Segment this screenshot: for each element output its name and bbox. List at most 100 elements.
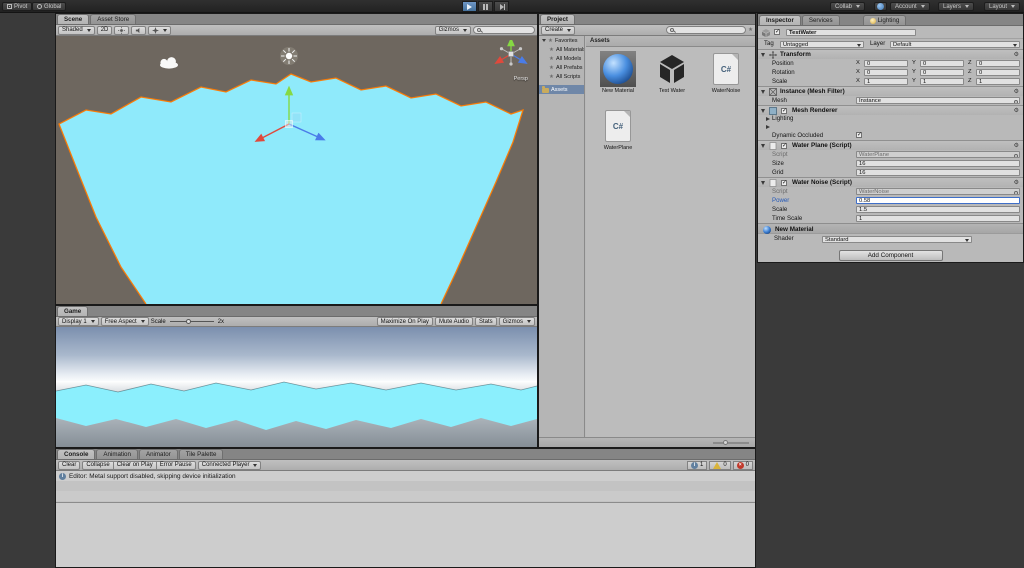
- connected-player-dropdown[interactable]: Connected Player: [197, 460, 262, 470]
- scene-canvas[interactable]: [56, 36, 537, 304]
- thumbnail-size-knob[interactable]: [723, 440, 728, 445]
- foldout-icon[interactable]: [761, 181, 765, 185]
- object-picker-icon[interactable]: [1014, 99, 1018, 103]
- thumbnail-size-slider[interactable]: [713, 440, 749, 445]
- global-toggle-button[interactable]: Global: [32, 2, 67, 11]
- scale-y-field[interactable]: 1: [920, 78, 964, 85]
- scene-lighting-toggle[interactable]: [114, 25, 130, 35]
- lighting-foldout-row[interactable]: Lighting: [758, 115, 1023, 123]
- tab-animation[interactable]: Animation: [96, 449, 138, 459]
- noise-scale-field[interactable]: 1.5: [856, 206, 1020, 213]
- script-object-field[interactable]: WaterNoise: [856, 188, 1020, 195]
- script-object-field[interactable]: WaterPlane: [856, 151, 1020, 158]
- search-by-label-icon[interactable]: [748, 27, 753, 33]
- mesh-renderer-header[interactable]: Mesh Renderer ⚙: [758, 105, 1023, 115]
- object-picker-icon[interactable]: [1014, 190, 1018, 194]
- tab-lighting[interactable]: Lighting: [862, 15, 907, 25]
- foldout-icon[interactable]: [761, 109, 765, 113]
- tab-asset-store[interactable]: Asset Store: [90, 14, 137, 24]
- shader-dropdown[interactable]: Standard: [822, 235, 972, 243]
- shaded-dropdown[interactable]: Shaded: [58, 25, 95, 35]
- tab-scene[interactable]: Scene: [57, 14, 90, 24]
- water-plane-header[interactable]: Water Plane (Script) ⚙: [758, 140, 1023, 150]
- water-noise-header[interactable]: Water Noise (Script) ⚙: [758, 177, 1023, 187]
- position-z-field[interactable]: 0: [976, 60, 1020, 67]
- 2d-toggle-button[interactable]: 2D: [96, 25, 113, 35]
- size-field[interactable]: 16: [856, 160, 1020, 167]
- material-header[interactable]: New Material: [758, 223, 1023, 234]
- collab-button[interactable]: Collab: [830, 2, 866, 11]
- scale-x-field[interactable]: 1: [864, 78, 908, 85]
- mute-audio-toggle[interactable]: Mute Audio: [434, 317, 473, 326]
- error-pause-toggle[interactable]: Error Pause: [155, 460, 196, 470]
- foldout-icon[interactable]: [761, 90, 765, 94]
- layers-button[interactable]: Layers: [938, 2, 975, 11]
- info-filter-toggle[interactable]: 1: [686, 460, 708, 470]
- maximize-on-play-toggle[interactable]: Maximize On Play: [376, 317, 433, 326]
- error-filter-toggle[interactable]: 0: [732, 460, 753, 470]
- foldout-icon[interactable]: [766, 117, 770, 121]
- scene-gizmos-dropdown[interactable]: Gizmos: [434, 25, 471, 35]
- tab-inspector[interactable]: Inspector: [759, 15, 801, 25]
- asset-test-water[interactable]: Test Water: [646, 51, 698, 94]
- foldout-icon[interactable]: [761, 144, 765, 148]
- collapse-toggle[interactable]: Collapse: [82, 460, 114, 470]
- play-button[interactable]: [462, 1, 477, 12]
- create-dropdown[interactable]: Create: [541, 25, 576, 35]
- rotation-x-field[interactable]: 0: [864, 69, 908, 76]
- scene-audio-toggle[interactable]: [131, 25, 147, 35]
- tab-tile-palette[interactable]: Tile Palette: [178, 449, 224, 459]
- display-dropdown[interactable]: Display 1: [58, 317, 99, 326]
- tree-item-favorites[interactable]: Favorites: [539, 36, 584, 45]
- layout-button[interactable]: Layout: [984, 2, 1021, 11]
- grid-field[interactable]: 16: [856, 169, 1020, 176]
- scene-viewport[interactable]: Persp: [56, 36, 537, 304]
- scene-effects-dropdown[interactable]: [148, 25, 172, 35]
- foldout-icon[interactable]: [766, 125, 770, 129]
- game-viewport[interactable]: [56, 327, 537, 447]
- materials-foldout-row[interactable]: [758, 123, 1023, 131]
- account-button[interactable]: Account: [890, 2, 930, 11]
- component-checkbox[interactable]: [781, 180, 787, 186]
- scene-orientation-gizmo[interactable]: [489, 40, 533, 74]
- asset-new-material[interactable]: New Material: [592, 51, 644, 94]
- step-button[interactable]: [494, 1, 509, 12]
- scale-slider-knob[interactable]: [185, 318, 191, 324]
- warning-filter-toggle[interactable]: 0: [709, 460, 731, 470]
- mesh-object-field[interactable]: Instance: [856, 97, 1020, 104]
- scale-z-field[interactable]: 1: [976, 78, 1020, 85]
- component-checkbox[interactable]: [781, 108, 787, 114]
- pivot-toggle-button[interactable]: Pivot: [2, 2, 33, 11]
- cloud-services-button[interactable]: [874, 2, 887, 11]
- layer-dropdown[interactable]: Default: [890, 40, 1020, 48]
- tab-game[interactable]: Game: [57, 306, 89, 316]
- log-entry[interactable]: Editor: Metal support disabled, skipping…: [56, 471, 755, 481]
- active-checkbox[interactable]: [774, 29, 780, 35]
- mesh-filter-header[interactable]: Instance (Mesh Filter) ⚙: [758, 86, 1023, 96]
- stats-toggle[interactable]: Stats: [474, 317, 497, 326]
- tag-dropdown[interactable]: Untagged: [780, 40, 864, 48]
- game-gizmos-dropdown[interactable]: Gizmos: [498, 317, 535, 326]
- game-canvas[interactable]: [56, 327, 537, 447]
- object-picker-icon[interactable]: [1014, 153, 1018, 157]
- position-x-field[interactable]: 0: [864, 60, 908, 67]
- asset-waternoise[interactable]: WaterNoise: [700, 51, 752, 94]
- position-y-field[interactable]: 0: [920, 60, 964, 67]
- rotation-y-field[interactable]: 0: [920, 69, 964, 76]
- transform-header[interactable]: Transform ⚙: [758, 49, 1023, 59]
- tree-item-all-prefabs[interactable]: All Prefabs: [539, 63, 584, 72]
- project-search-input[interactable]: [666, 26, 747, 34]
- tab-services[interactable]: Services: [801, 15, 840, 25]
- tree-item-all-scripts[interactable]: All Scripts: [539, 72, 584, 81]
- object-name-field[interactable]: TestWater: [786, 28, 916, 36]
- tree-item-all-models[interactable]: All Models: [539, 54, 584, 63]
- time-scale-field[interactable]: 1: [856, 215, 1020, 222]
- tree-item-assets[interactable]: Assets: [539, 85, 584, 94]
- power-field[interactable]: 0.58: [856, 197, 1020, 204]
- pause-button[interactable]: [478, 1, 493, 12]
- aspect-dropdown[interactable]: Free Aspect: [100, 317, 149, 326]
- tab-console[interactable]: Console: [57, 449, 96, 459]
- foldout-icon[interactable]: [542, 39, 546, 42]
- component-checkbox[interactable]: [781, 143, 787, 149]
- foldout-icon[interactable]: [761, 53, 765, 57]
